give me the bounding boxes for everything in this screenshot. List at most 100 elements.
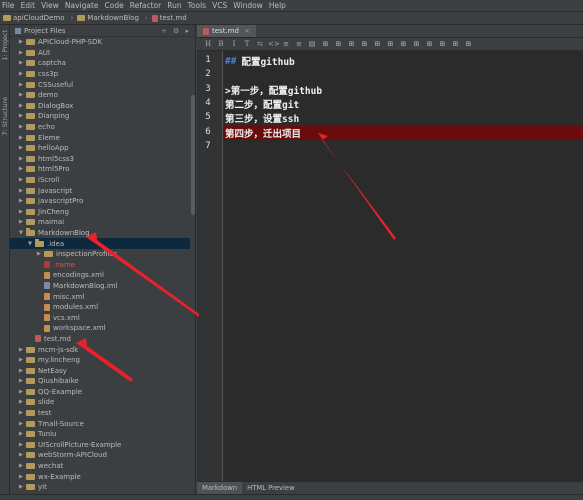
expand-right-icon[interactable]: ▶ [18,188,24,194]
tree-item[interactable]: ▶ AUI [10,48,190,59]
markdown-toolbar-button[interactable]: ⊞ [411,40,421,48]
tree-item[interactable]: ▶ captcha [10,58,190,69]
markdown-toolbar-button[interactable]: ⊞ [450,40,460,48]
menu-item-edit[interactable]: Edit [21,1,36,10]
expand-right-icon[interactable]: ▶ [18,71,24,77]
tree-item[interactable]: MarkdownBlog.iml [10,281,190,292]
markdown-toolbar-button[interactable]: ⊞ [424,40,434,48]
expand-right-icon[interactable]: ▶ [18,347,24,353]
menu-item-vcs[interactable]: VCS [212,1,227,10]
code-line[interactable]: 第二步，配置git [225,97,299,111]
markdown-toolbar-button[interactable]: ▤ [307,40,317,48]
expand-right-icon[interactable]: ▶ [18,39,24,45]
markdown-toolbar-button[interactable]: ⊞ [320,40,330,48]
close-icon[interactable]: × [244,27,250,35]
project-view-selector[interactable]: Project Files [24,27,66,35]
tree-item[interactable]: ▶ wechat [10,461,190,472]
tree-item[interactable]: test.md [10,334,190,345]
tree-item[interactable]: ▶ QQ-Example [10,387,190,398]
tree-item[interactable]: workspace.xml [10,323,190,334]
menu-item-help[interactable]: Help [269,1,286,10]
menu-item-window[interactable]: Window [233,1,263,10]
expand-right-icon[interactable]: ▶ [18,421,24,427]
structure-tool-tab[interactable]: 7: Structure [1,97,9,136]
markdown-toolbar-button[interactable]: ⊞ [398,40,408,48]
markdown-toolbar-button[interactable]: ≡ [281,40,291,48]
tree-item[interactable]: ▶ Dianping [10,111,190,122]
menu-item-run[interactable]: Run [167,1,181,10]
tree-item[interactable]: ▶ NetEasy [10,365,190,376]
tree-item[interactable]: ▶ helloApp [10,143,190,154]
breadcrumb-item-folder[interactable]: MarkdownBlog [77,14,139,22]
tree-item[interactable]: ▶ iScroll [10,175,190,186]
tree-item[interactable]: ▶ echo [10,122,190,133]
menu-item-view[interactable]: View [41,1,59,10]
tree-item[interactable]: ▶ css3p [10,69,190,80]
expand-right-icon[interactable]: ▶ [18,82,24,88]
tree-item[interactable]: ▶ wx-Example [10,471,190,482]
tree-item[interactable]: ▶ yit [10,482,190,493]
expand-right-icon[interactable]: ▶ [18,442,24,448]
tree-item[interactable]: ▶ Javascript [10,185,190,196]
expand-right-icon[interactable]: ▶ [18,92,24,98]
expand-right-icon[interactable]: ▶ [18,156,24,162]
tree-item[interactable]: ▶ APICloud-PHP-SDK [10,37,190,48]
markdown-toolbar-button[interactable]: <> [268,40,280,48]
menu-item-tools[interactable]: Tools [188,1,206,10]
expand-right-icon[interactable]: ▶ [18,209,24,215]
tree-item[interactable]: ▶ webStorm-APICloud [10,450,190,461]
tree-item[interactable]: ▶ Tuniu [10,429,190,440]
expand-right-icon[interactable]: ▶ [18,474,24,480]
tree-item[interactable]: .name [10,259,190,270]
menu-item-refactor[interactable]: Refactor [130,1,161,10]
expand-right-icon[interactable]: ▶ [18,389,24,395]
code-line[interactable]: 第三步，设置ssh [225,111,299,125]
expand-right-icon[interactable]: ▶ [18,135,24,141]
expand-right-icon[interactable]: ▶ [18,50,24,56]
code-line-highlighted[interactable]: 第四步，迁出项目 [223,125,583,140]
expand-right-icon[interactable]: ▶ [36,251,42,257]
markdown-toolbar-button[interactable]: H [203,40,213,48]
expand-right-icon[interactable]: ▶ [18,103,24,109]
expand-down-icon[interactable]: ▼ [18,230,24,236]
markdown-toolbar-button[interactable]: B [216,40,226,48]
markdown-toolbar-button[interactable]: ⊞ [359,40,369,48]
tree-item[interactable]: misc.xml [10,291,190,302]
code-line[interactable]: ## 配置github [225,54,295,69]
tab-html-preview[interactable]: HTML Preview [242,482,300,495]
expand-right-icon[interactable]: ▶ [18,166,24,172]
tree-item[interactable]: ▶ Qiushibaike [10,376,190,387]
editor-text-area[interactable]: ## 配置github >第一步，配置github 第二步，配置git 第三步，设置ss… [223,51,583,481]
tree-item[interactable]: ▶ javascriptPro [10,196,190,207]
tree-item[interactable]: ▶ JinCheng [10,207,190,218]
tree-item[interactable]: ▶ html5css3 [10,154,190,165]
markdown-toolbar-button[interactable]: ⊞ [463,40,473,48]
markdown-toolbar-button[interactable]: T [242,40,252,48]
expand-right-icon[interactable]: ▶ [18,378,24,384]
expand-right-icon[interactable]: ▶ [18,399,24,405]
tab-markdown[interactable]: Markdown [197,481,243,495]
breadcrumb-item-project[interactable]: apiCloudDemo [3,14,64,22]
expand-right-icon[interactable]: ▶ [18,463,24,469]
tree-item[interactable]: ▶ mcm-js-sdk [10,344,190,355]
markdown-toolbar-button[interactable]: I [229,40,239,48]
markdown-toolbar-button[interactable]: ⊞ [333,40,343,48]
editor-tab-test-md[interactable]: test.md × [197,25,256,37]
expand-right-icon[interactable]: ▶ [18,124,24,130]
tree-item[interactable]: modules.xml [10,302,190,313]
tree-item[interactable]: ▶ Tmall-Source [10,418,190,429]
project-tool-tab[interactable]: 1: Project [1,30,9,61]
tree-item[interactable]: ▶ maimai [10,217,190,228]
tree-item[interactable]: ▶ test [10,408,190,419]
tree-item[interactable]: encodings.xml [10,270,190,281]
tree-item[interactable]: ▶ html5Pro [10,164,190,175]
tree-item[interactable]: ▶ Eleme [10,132,190,143]
expand-right-icon[interactable]: ▶ [18,484,24,490]
markdown-toolbar-button[interactable]: ⇆ [255,40,265,48]
expand-down-icon[interactable]: ▼ [27,241,33,247]
menu-item-file[interactable]: File [2,1,15,10]
expand-right-icon[interactable]: ▶ [18,145,24,151]
tree-item[interactable]: ▶ inspectionProfiles [10,249,190,260]
project-scrollbar[interactable] [191,95,195,215]
expand-right-icon[interactable]: ▶ [18,113,24,119]
